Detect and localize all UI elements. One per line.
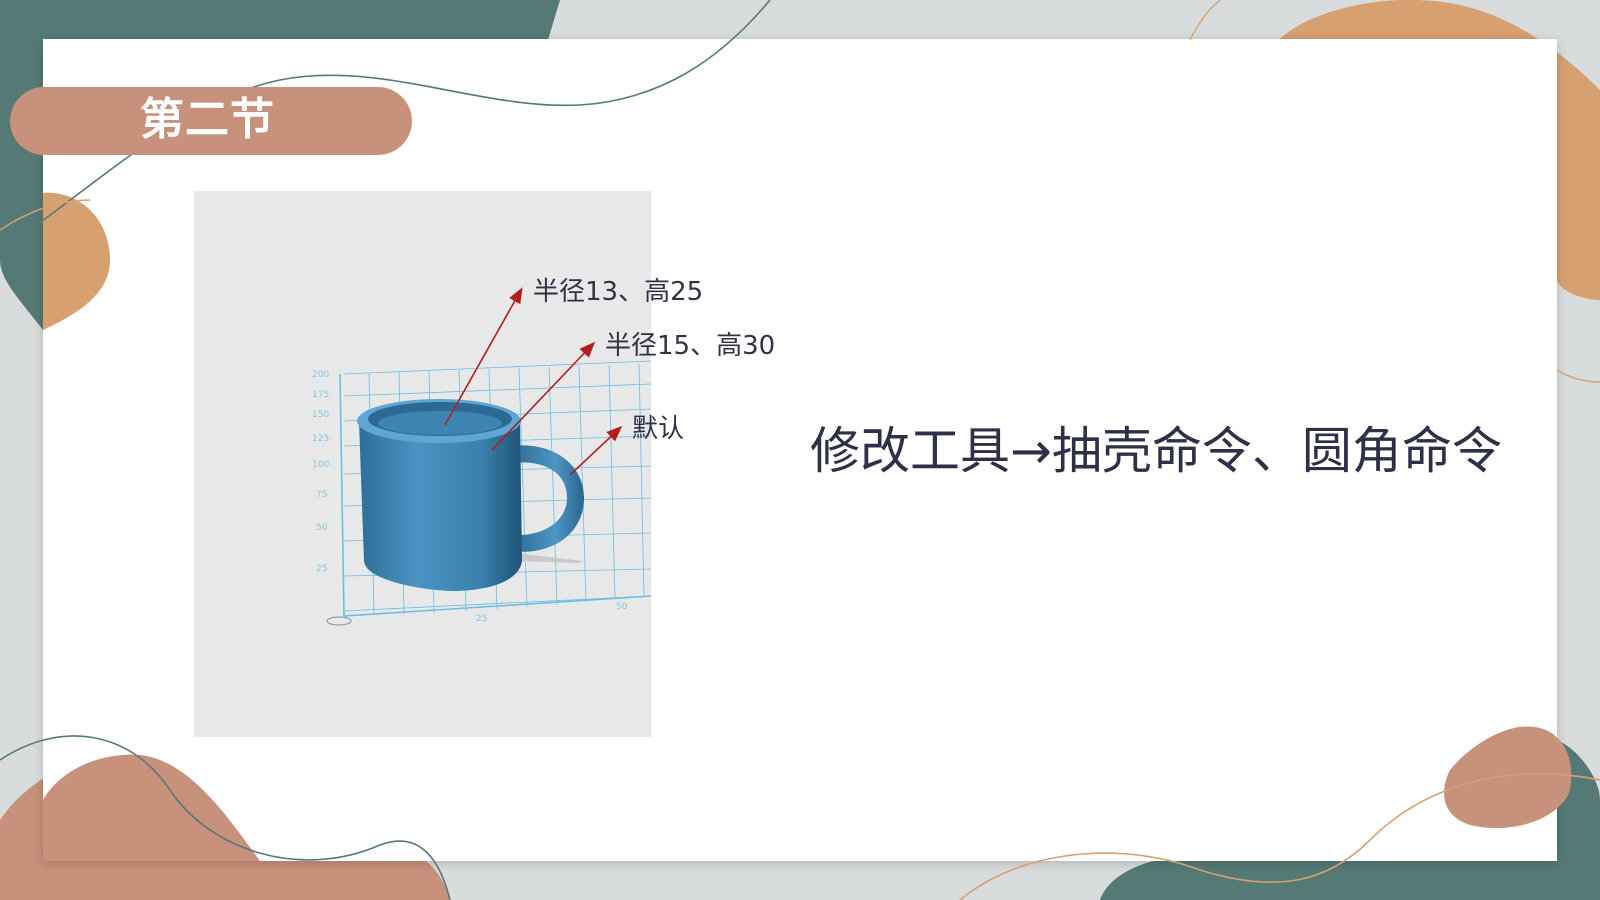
main-heading: 修改工具→抽壳命令、圆角命令 [810, 422, 1502, 480]
callout-radius-15: 半径15、高30 [605, 331, 776, 361]
red-arrow [491, 341, 596, 451]
red-arrow [444, 287, 523, 426]
red-arrow [569, 425, 623, 476]
callout-radius-13: 半径13、高25 [533, 277, 704, 307]
callout-default: 默认 [632, 414, 685, 444]
